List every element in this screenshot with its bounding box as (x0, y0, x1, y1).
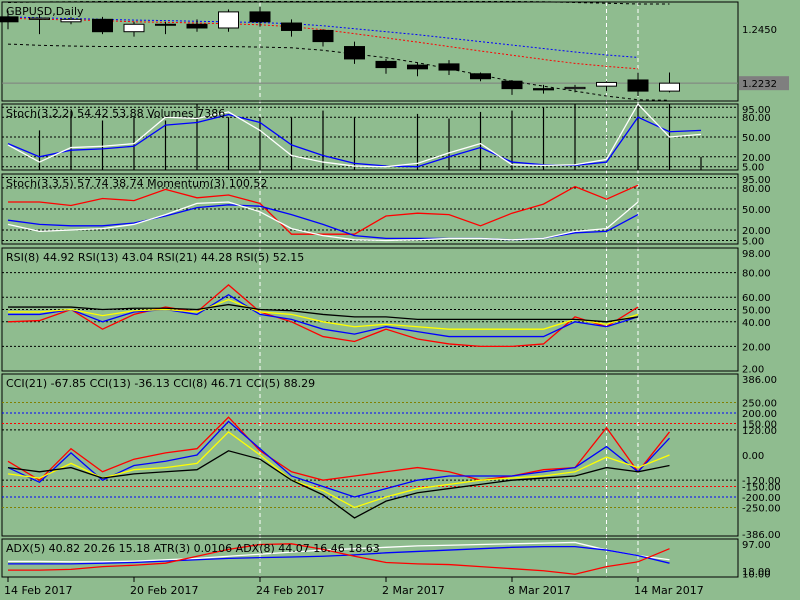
candle (92, 16, 113, 35)
y-tick-label: 98.00 (742, 249, 771, 260)
panel-title: RSI(8) 44.92 RSI(13) 43.04 RSI(21) 44.28… (6, 251, 304, 264)
y-tick-label: 60.00 (742, 293, 771, 304)
y-tick-label: 80.00 (742, 269, 771, 280)
y-tick-label: 80.00 (742, 184, 771, 195)
panel-title: Stoch(3,2,2) 54.42 53.88 Volumes 7386 (6, 107, 225, 120)
x-tick-label: 24 Feb 2017 (256, 584, 324, 597)
candle-body (312, 29, 334, 43)
candle-body (344, 46, 365, 60)
x-tick-label: 20 Feb 2017 (130, 584, 198, 597)
y-tick-label: 1.2450 (742, 25, 777, 36)
y-tick-label: 50.00 (742, 133, 771, 144)
chart-canvas: 1.24501.2232GBPUSD,Daily95.0080.0050.002… (0, 0, 800, 600)
candle (218, 9, 239, 32)
candle-body (281, 22, 302, 31)
candle-body (407, 64, 428, 70)
y-tick-label: 120.00 (742, 426, 777, 437)
x-tick-label: 2 Mar 2017 (382, 584, 445, 597)
candle-body (186, 23, 208, 29)
candle-body (659, 82, 680, 92)
symbol-label: GBPUSD,Daily (6, 5, 84, 18)
candle-body (533, 88, 554, 91)
candle-body (375, 60, 397, 69)
candle-body (596, 81, 617, 87)
y-tick-label: -150.00 (742, 482, 781, 493)
y-tick-label: -250.00 (742, 503, 781, 514)
candle-body (249, 11, 271, 23)
x-tick-label: 8 Mar 2017 (508, 584, 571, 597)
y-tick-label: 200.00 (742, 409, 777, 420)
candle-body (155, 23, 176, 26)
candle-body (564, 86, 586, 90)
candle-body (218, 11, 239, 29)
y-tick-label: 2.00 (742, 365, 764, 376)
y-tick-label: 1.2232 (742, 79, 777, 90)
candle-body (60, 18, 82, 23)
y-tick-label: -200.00 (742, 493, 781, 504)
candle-body (470, 73, 491, 80)
y-tick-label: 40.00 (742, 318, 771, 329)
candle-body (438, 63, 460, 71)
y-tick-label: 20.00 (742, 226, 771, 237)
y-tick-label: 0.00 (742, 451, 764, 462)
y-tick-label: 50.00 (742, 306, 771, 317)
y-tick-label: 10.00 (742, 570, 771, 581)
y-tick-label: 20.00 (742, 342, 771, 353)
y-tick-label: 386.00 (742, 375, 777, 386)
panel-title: Stoch(3,3,5) 57.74 38.74 Momentum(3) 100… (6, 177, 267, 190)
y-tick-label: 5.00 (742, 237, 764, 248)
y-tick-label: 80.00 (742, 113, 771, 124)
y-tick-label: 97.00 (742, 540, 771, 551)
panel-title: CCI(21) -67.85 CCI(13) -36.13 CCI(8) 46.… (6, 377, 315, 390)
y-tick-label: 50.00 (742, 205, 771, 216)
candle-body (92, 18, 113, 33)
candle-body (627, 79, 649, 92)
panel-title: ADX(5) 40.82 20.26 15.18 ATR(3) 0.0106 A… (6, 542, 380, 555)
candle-body (501, 80, 523, 90)
y-tick-label: 250.00 (742, 399, 777, 410)
x-tick-label: 14 Mar 2017 (634, 584, 704, 597)
x-tick-label: 14 Feb 2017 (4, 584, 72, 597)
candle-body (123, 23, 145, 33)
y-tick-label: 5.00 (742, 163, 764, 174)
candle-body (29, 17, 50, 20)
